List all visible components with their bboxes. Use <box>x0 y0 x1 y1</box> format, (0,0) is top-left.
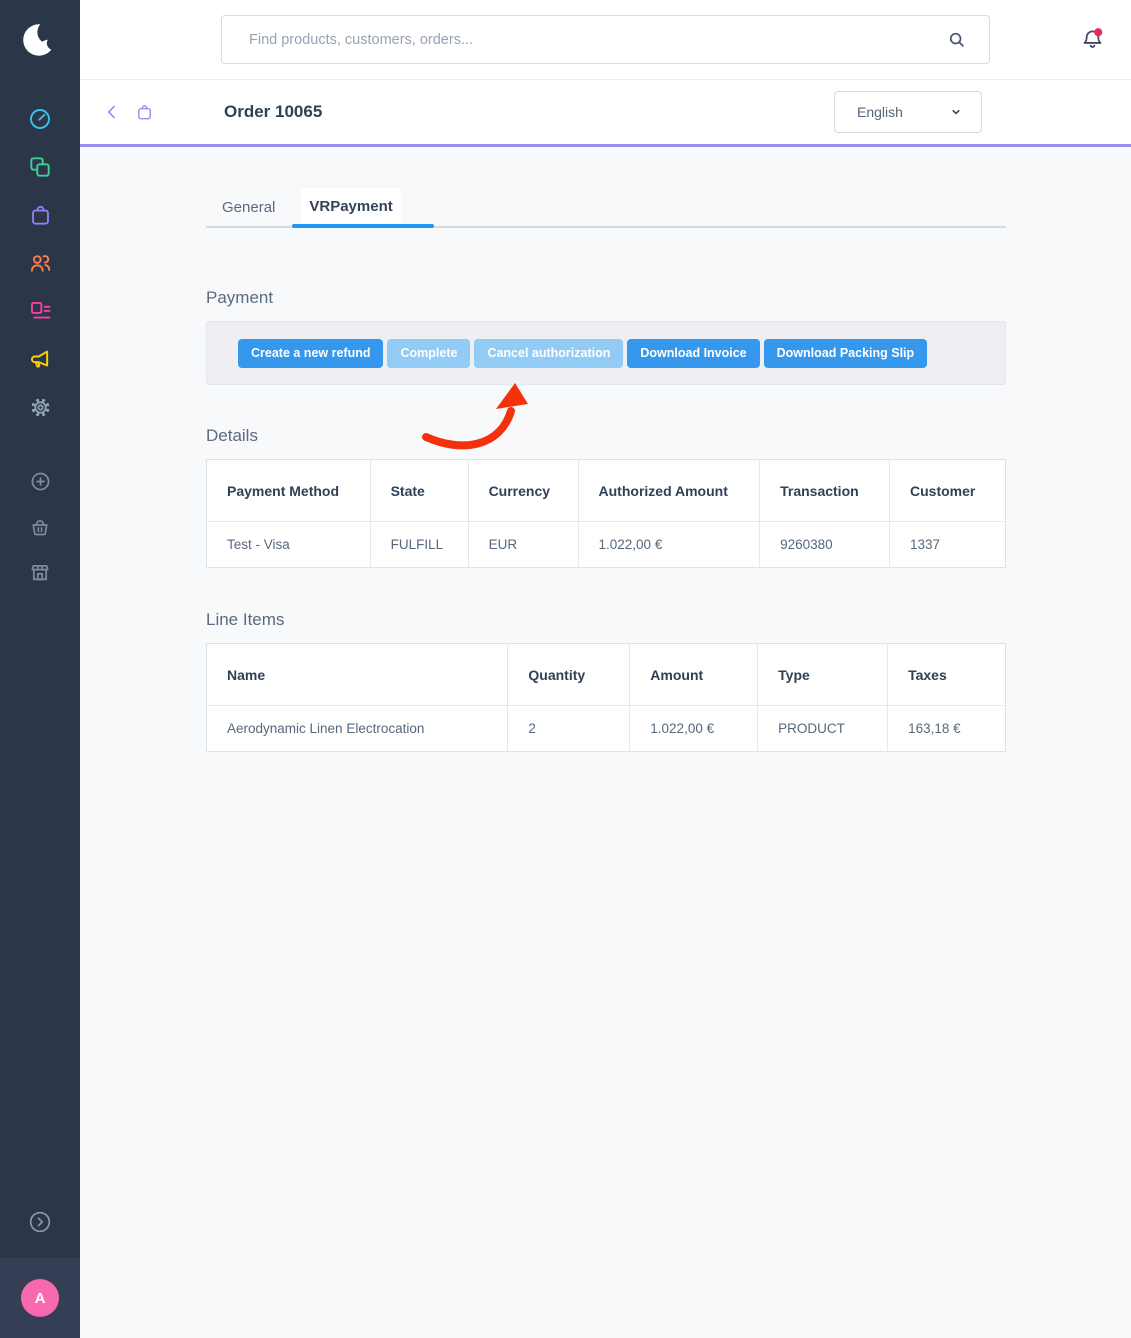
order-module-icon <box>135 103 154 122</box>
line-items-table: Name Quantity Amount Type Taxes Aerodyna… <box>206 643 1006 752</box>
download-packing-slip-button[interactable]: Download Packing Slip <box>764 339 928 368</box>
expand-sidebar-button[interactable] <box>16 1198 64 1246</box>
column-header: State <box>370 460 468 522</box>
chevron-right-circle-icon <box>27 1209 53 1235</box>
details-table-header-row: Payment Method State Currency Authorized… <box>207 460 1006 522</box>
column-header: Currency <box>468 460 578 522</box>
sidebar-sales-channels <box>16 458 64 596</box>
transaction-cell: 9260380 <box>760 522 890 568</box>
megaphone-icon <box>27 346 53 372</box>
details-table: Payment Method State Currency Authorized… <box>206 459 1006 568</box>
column-header: Customer <box>890 460 1006 522</box>
chevron-left-icon <box>102 102 122 122</box>
main-area: Order 10065 English General VRPayment Pa… <box>80 0 1131 1338</box>
complete-button[interactable]: Complete <box>387 339 470 368</box>
storefront-icon <box>28 561 52 585</box>
sidebar-item-content[interactable] <box>16 287 64 335</box>
basket-icon <box>28 515 52 539</box>
bell-icon <box>1080 27 1105 52</box>
create-refund-button[interactable]: Create a new refund <box>238 339 383 368</box>
plus-circle-icon <box>29 470 52 493</box>
shopware-logo-icon <box>19 19 61 61</box>
sidebar-user-area: A <box>0 1258 80 1338</box>
sidebar-item-orders[interactable] <box>16 191 64 239</box>
item-name-cell: Aerodynamic Linen Electrocation <box>207 706 508 752</box>
column-header: Type <box>758 644 888 706</box>
column-header: Amount <box>630 644 758 706</box>
chevron-down-icon <box>947 103 965 121</box>
language-select-value: English <box>857 104 947 120</box>
state-cell: FULFILL <box>370 522 468 568</box>
item-quantity-cell: 2 <box>508 706 630 752</box>
back-button[interactable] <box>102 102 122 122</box>
payment-method-cell: Test - Visa <box>207 522 371 568</box>
currency-cell: EUR <box>468 522 578 568</box>
speedometer-icon <box>27 106 53 132</box>
shopware-logo[interactable] <box>0 0 80 80</box>
smartbar: Order 10065 English <box>80 80 1131 147</box>
avatar[interactable]: A <box>21 1279 59 1317</box>
gear-icon <box>28 395 53 420</box>
cancel-authorization-button[interactable]: Cancel authorization <box>474 339 623 368</box>
sidebar-main-nav <box>16 95 64 431</box>
sidebar-item-sales-channel-storefront[interactable] <box>16 550 64 596</box>
tab-bar: General VRPayment <box>206 191 1006 228</box>
tab-vrpayment-label: VRPayment <box>301 188 400 226</box>
payment-section-heading: Payment <box>206 288 1006 308</box>
sidebar: A <box>0 0 80 1338</box>
notifications-button[interactable] <box>1080 27 1105 52</box>
item-amount-cell: 1.022,00 € <box>630 706 758 752</box>
column-header: Transaction <box>760 460 890 522</box>
authorized-amount-cell: 1.022,00 € <box>578 522 760 568</box>
item-taxes-cell: 163,18 € <box>888 706 1006 752</box>
column-header: Quantity <box>508 644 630 706</box>
table-row: Aerodynamic Linen Electrocation 2 1.022,… <box>207 706 1006 752</box>
users-icon <box>27 250 53 276</box>
topbar <box>80 0 1131 80</box>
boxes-icon <box>27 154 53 180</box>
page-title: Order 10065 <box>224 102 322 122</box>
line-items-table-header-row: Name Quantity Amount Type Taxes <box>207 644 1006 706</box>
column-header: Authorized Amount <box>578 460 760 522</box>
pages-icon <box>28 299 53 324</box>
search-input[interactable] <box>222 32 946 48</box>
column-header: Name <box>207 644 508 706</box>
add-sales-channel-button[interactable] <box>16 458 64 504</box>
download-invoice-button[interactable]: Download Invoice <box>627 339 759 368</box>
notification-dot <box>1094 28 1102 36</box>
shopping-bag-icon <box>28 203 53 228</box>
tab-vrpayment[interactable]: VRPayment <box>301 188 400 226</box>
global-search <box>221 15 990 64</box>
sidebar-item-settings[interactable] <box>16 383 64 431</box>
search-icon[interactable] <box>946 29 967 50</box>
column-header: Payment Method <box>207 460 371 522</box>
order-detail-content: General VRPayment Payment Create a new r… <box>80 147 1131 1338</box>
item-type-cell: PRODUCT <box>758 706 888 752</box>
sidebar-item-catalogues[interactable] <box>16 143 64 191</box>
column-header: Taxes <box>888 644 1006 706</box>
tab-general[interactable]: General <box>222 199 275 226</box>
sidebar-item-dashboard[interactable] <box>16 95 64 143</box>
table-row: Test - Visa FULFILL EUR 1.022,00 € 92603… <box>207 522 1006 568</box>
avatar-letter: A <box>35 1290 46 1307</box>
payment-actions-panel: Create a new refund Complete Cancel auth… <box>206 321 1006 385</box>
sidebar-item-customers[interactable] <box>16 239 64 287</box>
annotation-arrow <box>420 381 540 459</box>
details-section-heading: Details <box>206 426 1006 446</box>
line-items-section-heading: Line Items <box>206 610 1006 630</box>
shopping-bag-icon <box>135 103 154 122</box>
customer-cell: 1337 <box>890 522 1006 568</box>
language-select[interactable]: English <box>834 91 982 133</box>
sidebar-item-sales-channel-headless[interactable] <box>16 504 64 550</box>
sidebar-item-marketing[interactable] <box>16 335 64 383</box>
